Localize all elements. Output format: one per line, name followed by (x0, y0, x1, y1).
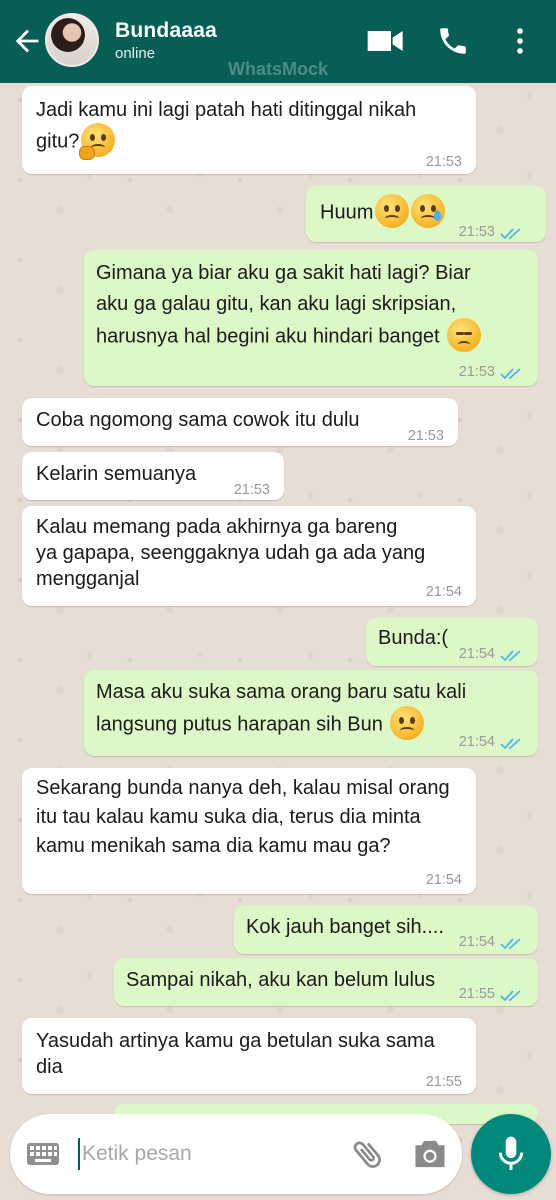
time-label: 21:54 (458, 734, 495, 750)
back-button[interactable] (10, 24, 44, 58)
time-label: 21:53 (458, 364, 495, 380)
camera-button[interactable] (412, 1138, 448, 1170)
message-input[interactable] (82, 1136, 332, 1172)
message-text: Sekarang bunda nanya deh, kalau misal or… (36, 774, 466, 861)
time-label: 21:54 (458, 934, 495, 950)
message-text-content: Sampai nikah, aku kan belum lulus (126, 969, 436, 991)
message-composer (10, 1114, 462, 1194)
message-text: Bunda:( (378, 624, 468, 653)
message-text-content: Yasudah artinya kamu ga betulan suka sam… (36, 1030, 435, 1078)
video-call-icon (367, 31, 403, 51)
video-call-button[interactable] (366, 24, 406, 58)
back-arrow-icon (15, 29, 39, 53)
time-label: 21:54 (425, 872, 462, 888)
message-time: 21:54 (426, 866, 462, 895)
paperclip-icon (353, 1141, 381, 1168)
message-incoming[interactable]: Kelarin semuanya 21:53 (22, 452, 284, 500)
message-text-content: Kok jauh banget sih.... (246, 916, 444, 938)
message-text: Gimana ya biar aku ga sakit hati lagi? B… (96, 258, 526, 354)
time-label: 21:53 (407, 428, 444, 444)
message-text: Huum (320, 194, 460, 230)
message-outgoing[interactable]: Kok jauh banget sih.... 21:54 (234, 906, 538, 954)
message-time: 21:53 (459, 358, 526, 387)
read-ticks-icon (500, 989, 521, 1001)
read-ticks-icon (500, 937, 521, 949)
message-text: Jadi kamu ini lagi patah hati ditinggal … (36, 96, 466, 160)
pensive-face-emoji (447, 318, 482, 352)
message-time: 21:54 (459, 640, 526, 669)
message-time: 21:54 (459, 728, 526, 757)
more-options-button[interactable] (502, 24, 538, 58)
voice-message-button[interactable] (471, 1114, 551, 1194)
read-ticks-icon (500, 367, 521, 379)
message-text-content: Kalau memang pada akhirnya ga bareng ya … (36, 516, 426, 590)
message-time: 21:53 (234, 476, 270, 505)
time-label: 21:53 (233, 482, 270, 498)
message-time: 21:54 (426, 578, 462, 607)
read-ticks-icon (500, 227, 521, 239)
text-caret (78, 1138, 80, 1170)
message-incoming[interactable]: Coba ngomong sama cowok itu dulu 21:53 (22, 398, 458, 446)
message-time: 21:53 (408, 422, 444, 451)
message-outgoing[interactable]: Gimana ya biar aku ga sakit hati lagi? B… (84, 250, 538, 386)
time-label: 21:55 (458, 986, 495, 1002)
attach-button[interactable] (350, 1136, 386, 1172)
time-label: 21:54 (425, 584, 462, 600)
message-text-content: Sekarang bunda nanya deh, kalau misal or… (36, 777, 450, 857)
message-outgoing[interactable]: Huum 21:53 (306, 186, 546, 242)
keyboard-icon (27, 1143, 59, 1165)
message-incoming[interactable]: Kalau memang pada akhirnya ga bareng ya … (22, 506, 476, 606)
keyboard-button[interactable] (26, 1142, 60, 1166)
frowning-face-emoji (375, 194, 410, 228)
message-incoming[interactable]: Jadi kamu ini lagi patah hati ditinggal … (22, 86, 476, 174)
frowning-face-emoji (390, 706, 425, 740)
message-text-content: Gimana ya biar aku ga sakit hati lagi? B… (96, 262, 471, 348)
read-ticks-icon (500, 737, 521, 749)
message-outgoing[interactable]: Bunda:( 21:54 (366, 618, 538, 666)
voice-call-button[interactable] (436, 24, 476, 58)
phone-icon (440, 28, 466, 54)
time-label: 21:55 (425, 1074, 462, 1090)
message-incoming[interactable]: Sekarang bunda nanya deh, kalau misal or… (22, 768, 476, 894)
chat-header: Bundaaaa online WhatsMock (0, 0, 556, 83)
message-text: Yasudah artinya kamu ga betulan suka sam… (36, 1028, 466, 1080)
message-text: Sampai nikah, aku kan belum lulus (126, 966, 456, 995)
message-text: Kalau memang pada akhirnya ga bareng ya … (36, 514, 466, 592)
message-time: 21:54 (459, 928, 526, 957)
time-label: 21:53 (425, 154, 462, 170)
message-time: 21:55 (459, 980, 526, 1009)
microphone-icon (498, 1136, 524, 1170)
crying-face-emoji (411, 194, 446, 228)
message-outgoing[interactable]: Masa aku suka sama orang baru satu kali … (84, 670, 538, 756)
message-text: Kok jauh banget sih.... (246, 913, 456, 942)
thinking-face-emoji (79, 123, 116, 160)
message-text-content: Kelarin semuanya (36, 463, 197, 485)
message-incoming[interactable]: Yasudah artinya kamu ga betulan suka sam… (22, 1018, 476, 1094)
contact-name[interactable]: Bundaaaa (115, 19, 217, 43)
message-time: 21:55 (426, 1068, 462, 1097)
time-label: 21:53 (458, 224, 495, 240)
time-label: 21:54 (458, 646, 495, 662)
message-text-content: Coba ngomong sama cowok itu dulu (36, 409, 360, 431)
message-text: Coba ngomong sama cowok itu dulu (36, 406, 396, 435)
message-text-content: Huum (320, 201, 374, 224)
message-text: Kelarin semuanya (36, 460, 226, 489)
message-outgoing[interactable]: Sampai nikah, aku kan belum lulus 21:55 (114, 958, 538, 1006)
watermark: WhatsMock (227, 59, 328, 79)
camera-icon (415, 1140, 445, 1168)
more-vert-icon (517, 28, 523, 54)
message-text-content: Bunda:( (378, 627, 449, 649)
message-time: 21:53 (459, 218, 526, 247)
message-time: 21:53 (426, 148, 462, 177)
read-ticks-icon (500, 649, 521, 661)
